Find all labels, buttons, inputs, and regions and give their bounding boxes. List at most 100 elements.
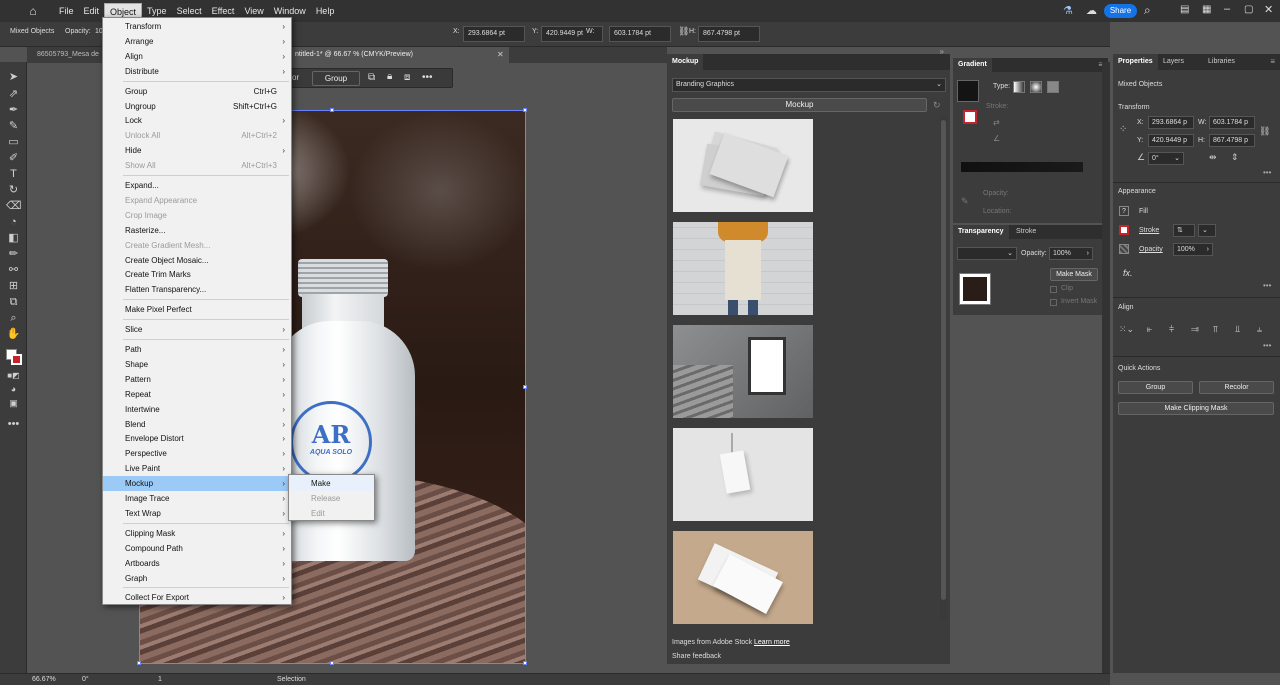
puppet-warp-tool-icon[interactable]: ⚯ (6, 263, 21, 278)
align-top-icon[interactable]: ⫪ (1213, 324, 1218, 335)
panel-menu-icon[interactable]: ≡ (1270, 57, 1275, 66)
stroke-weight-dropdown[interactable]: ⌄ (1198, 224, 1216, 237)
panel-dock-scrollbar[interactable] (1102, 62, 1110, 673)
ctx-more-icon[interactable]: ••• (422, 72, 433, 83)
discover-icon[interactable]: ⚗ (1063, 4, 1073, 17)
rotate-view-value[interactable]: 0° (82, 676, 89, 683)
selection-handle[interactable] (523, 661, 527, 665)
menu-item-hide[interactable]: Hide › (103, 143, 291, 158)
opacity-label[interactable]: Opacity (1139, 246, 1163, 253)
menu-item-transform[interactable]: Transform › (103, 19, 291, 34)
menu-item-flatten-transparency[interactable]: Flatten Transparency... (103, 282, 291, 297)
screen-mode-icon[interactable]: ▣ (6, 396, 21, 411)
workspace-icon[interactable]: ▦ (1202, 4, 1211, 15)
gradient-slider[interactable] (961, 162, 1083, 172)
blend-mode-dropdown[interactable]: ⌄ (957, 247, 1017, 260)
menu-file[interactable]: File (54, 3, 79, 19)
properties-tab[interactable]: Properties (1113, 54, 1158, 70)
edit-toolbar-icon[interactable]: ••• (6, 417, 21, 432)
menu-item-shape[interactable]: Shape › (103, 357, 291, 372)
submenu-item-edit[interactable]: Edit (289, 506, 374, 521)
linear-gradient-icon[interactable] (1013, 81, 1025, 93)
more-options-icon[interactable]: ••• (1263, 341, 1271, 350)
fx-icon[interactable]: fx. (1123, 268, 1133, 278)
transparency-opacity-field[interactable]: 100% › (1049, 247, 1093, 260)
layers-tab[interactable]: Layers (1158, 54, 1189, 70)
menu-item-ungroup[interactable]: Ungroup Shift+Ctrl+G (103, 99, 291, 114)
menu-item-image-trace[interactable]: Image Trace › (103, 491, 291, 506)
menu-item-crop-image[interactable]: Crop Image (103, 208, 291, 223)
pen-tool-icon[interactable]: ✒ (6, 103, 21, 118)
selection-tool-icon[interactable]: ➤ (6, 70, 21, 85)
menu-item-perspective[interactable]: Perspective › (103, 446, 291, 461)
doc-tab-close-icon[interactable]: ✕ (497, 50, 504, 59)
menu-item-collect-for-export[interactable]: Collect For Export › (103, 590, 291, 605)
menu-item-path[interactable]: Path › (103, 342, 291, 357)
type-tool-icon[interactable]: T (6, 167, 21, 182)
doc-tab-1[interactable]: 86505793_Mesa de (31, 47, 105, 63)
make-clipping-mask-button[interactable]: Make Clipping Mask (1118, 402, 1274, 415)
reverse-gradient-icon[interactable]: ⇄ (993, 118, 1000, 127)
gradient-swatch[interactable] (957, 80, 979, 102)
align-right-icon[interactable]: ⫥ (1191, 324, 1199, 335)
x-field[interactable]: 293.6864 pt (463, 26, 525, 42)
shape-builder-tool-icon[interactable]: ◔ (6, 215, 21, 230)
menu-item-pattern[interactable]: Pattern › (103, 372, 291, 387)
menu-edit[interactable]: Edit (79, 3, 105, 19)
ctx-left-button[interactable]: or (292, 73, 299, 82)
menu-item-blend[interactable]: Blend › (103, 417, 291, 432)
opacity-field[interactable]: 100% › (1173, 243, 1213, 256)
mockup-thumb-tote[interactable] (673, 222, 813, 315)
eraser-tool-icon[interactable]: ⌫ (6, 199, 22, 214)
stroke-label[interactable]: Stroke (1139, 227, 1159, 234)
eyedropper-tool-icon[interactable]: ✏ (6, 247, 21, 262)
menu-item-align[interactable]: Align › (103, 49, 291, 64)
menu-help[interactable]: Help (311, 3, 340, 19)
color-mode-icon[interactable]: ■◩ (6, 368, 21, 383)
menu-item-compound-path[interactable]: Compound Path › (103, 541, 291, 556)
align-to-icon[interactable]: ⁙⌄ (1119, 324, 1134, 335)
menu-item-create-gradient-mesh[interactable]: Create Gradient Mesh... (103, 238, 291, 253)
recolor-button[interactable]: Recolor (1199, 381, 1274, 394)
flip-vertical-icon[interactable]: ⇕ (1231, 152, 1239, 163)
prop-w-field[interactable]: 603.1784 p (1209, 116, 1255, 129)
menu-item-show-all[interactable]: Show All Alt+Ctrl+3 (103, 158, 291, 173)
share-button[interactable]: Share (1104, 4, 1137, 18)
selection-handle[interactable] (523, 108, 527, 112)
learn-more-link[interactable]: Learn more (754, 639, 790, 646)
ctx-group-button[interactable]: Group (312, 71, 360, 86)
angle-field[interactable]: 0° ⌄ (1148, 152, 1184, 165)
mockup-tab[interactable]: Mockup (667, 54, 704, 70)
prop-x-field[interactable]: 293.6864 p (1148, 116, 1194, 129)
more-options-icon[interactable]: ••• (1263, 281, 1271, 290)
menu-item-envelope-distort[interactable]: Envelope Distort › (103, 431, 291, 446)
stroke-swatch-icon[interactable] (1119, 225, 1129, 235)
menu-item-repeat[interactable]: Repeat › (103, 387, 291, 402)
make-mask-button[interactable]: Make Mask (1050, 268, 1098, 281)
selection-handle[interactable] (523, 385, 527, 389)
gradient-tool-icon[interactable]: ◧ (6, 231, 21, 246)
selection-handle[interactable] (330, 108, 334, 112)
menu-item-create-trim-marks[interactable]: Create Trim Marks (103, 267, 291, 282)
artboard-tool-icon[interactable]: ⊞ (6, 279, 21, 294)
mockup-thumb-envelopes[interactable] (673, 531, 813, 624)
mockup-thumb-cards[interactable] (673, 119, 813, 212)
radial-gradient-icon[interactable] (1030, 81, 1042, 93)
prop-y-field[interactable]: 420.9449 p (1148, 134, 1194, 147)
hand-tool-icon[interactable]: ✋ (6, 327, 21, 342)
fill-question-icon[interactable]: ? (1119, 206, 1129, 216)
menu-item-clipping-mask[interactable]: Clipping Mask › (103, 526, 291, 541)
ctx-lock-icon[interactable]: 🔒︎ (387, 71, 392, 82)
clip-checkbox[interactable] (1050, 286, 1057, 293)
arrange-documents-icon[interactable]: ▤ (1180, 4, 1189, 15)
selection-handle[interactable] (330, 661, 334, 665)
gradient-tab[interactable]: Gradient (953, 58, 992, 72)
ctx-transform-icon[interactable]: ⧈ (404, 72, 410, 83)
menu-item-lock[interactable]: Lock › (103, 113, 291, 128)
libraries-tab[interactable]: Libraries (1203, 54, 1240, 70)
search-icon[interactable]: ⌕ (1144, 3, 1151, 18)
menu-item-expand[interactable]: Expand... (103, 178, 291, 193)
align-bottom-icon[interactable]: ⫨ (1257, 324, 1262, 335)
fill-stroke-icon[interactable] (963, 110, 977, 124)
menu-item-slice[interactable]: Slice › (103, 322, 291, 337)
